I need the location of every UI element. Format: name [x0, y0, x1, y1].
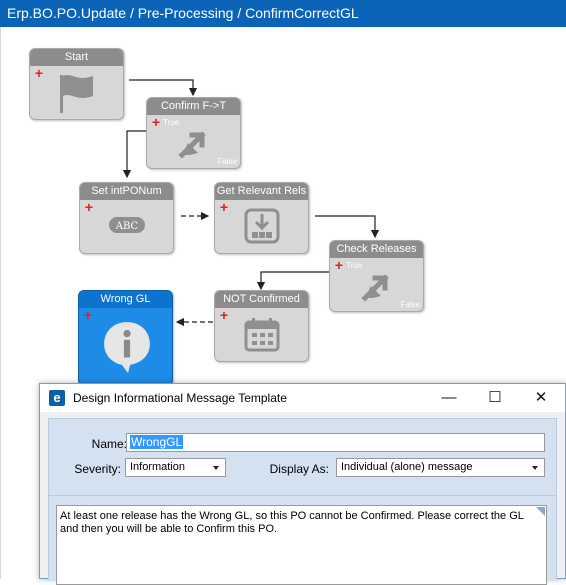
- add-icon[interactable]: +: [150, 115, 162, 129]
- message-template-dialog: e Design Informational Message Template …: [39, 383, 566, 585]
- message-text: At least one release has the Wrong GL, s…: [60, 510, 524, 535]
- add-icon[interactable]: +: [218, 308, 230, 322]
- node-start-label: Start: [30, 49, 123, 66]
- add-icon[interactable]: +: [83, 200, 95, 214]
- dialog-title: Design Informational Message Template: [73, 391, 287, 405]
- false-branch-label: False: [400, 300, 420, 309]
- connector-check-notconfirmed: [256, 271, 329, 291]
- node-set-intponum-label: Set intPONum: [80, 183, 173, 200]
- node-confirm[interactable]: Confirm F->T + True False: [146, 97, 241, 169]
- chevron-down-icon: [532, 466, 538, 470]
- false-branch-label: False: [217, 157, 237, 166]
- condition-arrow-icon: [361, 274, 389, 302]
- severity-label: Severity:: [74, 462, 121, 476]
- maximize-button[interactable]: ☐: [472, 384, 518, 412]
- chevron-down-icon: [213, 466, 219, 470]
- message-text-area[interactable]: At least one release has the Wrong GL, s…: [56, 505, 547, 585]
- abc-variable-icon: ABC: [109, 217, 145, 233]
- connector-confirm-setintponum: [122, 130, 146, 179]
- node-start[interactable]: Start +: [29, 48, 124, 120]
- node-get-relevant-rels-label: Get Relevant Rels: [215, 183, 308, 200]
- add-icon[interactable]: +: [33, 66, 45, 80]
- node-get-relevant-rels[interactable]: Get Relevant Rels +: [214, 182, 309, 254]
- display-as-value: Individual (alone) message: [341, 461, 473, 473]
- node-not-confirmed-label: NOT Confirmed: [215, 291, 308, 308]
- close-button[interactable]: ✕: [518, 384, 564, 412]
- connector-start-confirm: [129, 79, 198, 97]
- name-field-value: WrongGL: [130, 435, 184, 449]
- message-panel: At least one release has the Wrong GL, s…: [49, 495, 556, 585]
- app-logo-icon: e: [49, 390, 65, 406]
- name-label: Name:: [91, 437, 127, 451]
- name-field[interactable]: WrongGL: [126, 433, 545, 452]
- fill-table-icon: [244, 208, 280, 244]
- node-not-confirmed[interactable]: NOT Confirmed +: [214, 290, 309, 362]
- workflow-title-bar: Erp.BO.PO.Update / Pre-Processing / Conf…: [0, 0, 566, 27]
- node-wrong-gl-label: Wrong GL: [79, 291, 172, 308]
- display-as-label: Display As:: [269, 462, 329, 476]
- resize-corner-icon: [536, 507, 545, 516]
- add-icon[interactable]: +: [218, 200, 230, 214]
- node-confirm-label: Confirm F->T: [147, 98, 240, 115]
- node-set-intponum[interactable]: Set intPONum + ABC: [79, 182, 174, 254]
- abc-badge: ABC: [115, 221, 139, 232]
- minimize-button[interactable]: —: [426, 384, 472, 412]
- display-as-select[interactable]: Individual (alone) message: [336, 458, 545, 477]
- dialog-title-bar[interactable]: e Design Informational Message Template …: [40, 384, 565, 412]
- add-icon[interactable]: +: [333, 258, 345, 272]
- connector-getrels-check: [315, 215, 380, 239]
- dialog-body: Name: WrongGL Severity: Information Disp…: [48, 418, 557, 585]
- node-wrong-gl[interactable]: Wrong GL +: [78, 290, 173, 386]
- node-check-releases-label: Check Releases: [330, 241, 423, 258]
- severity-select[interactable]: Information: [125, 458, 226, 477]
- condition-arrow-icon: [178, 131, 206, 159]
- add-icon[interactable]: +: [82, 308, 94, 322]
- info-bubble-icon: [104, 322, 150, 373]
- node-check-releases[interactable]: Check Releases + True False: [329, 240, 424, 312]
- severity-value: Information: [130, 461, 186, 473]
- workflow-title: Erp.BO.PO.Update / Pre-Processing / Conf…: [7, 5, 359, 21]
- flag-icon: [60, 75, 93, 113]
- calendar-icon: [244, 318, 280, 352]
